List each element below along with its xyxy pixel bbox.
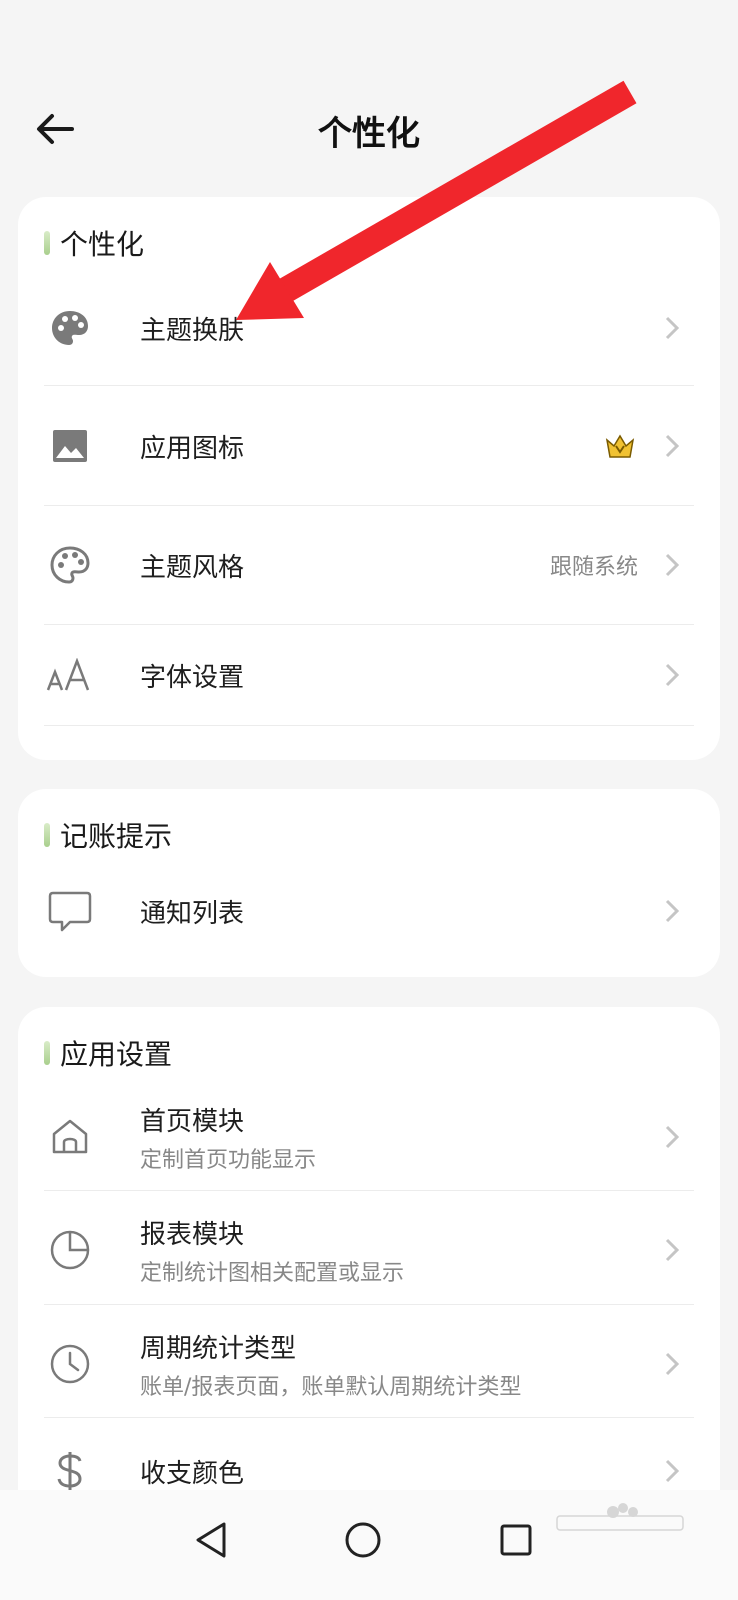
row-period-type[interactable]: 周期统计类型 账单/报表页面，账单默认周期统计类型 [44,1332,694,1400]
row-texts: 首页模块 定制首页功能显示 [140,1101,660,1174]
row-theme-skin[interactable]: 主题换肤 [44,300,694,356]
page-title: 个性化 [318,114,420,154]
chevron-right-icon [660,1232,684,1268]
section-title: 应用设置 [44,1033,172,1073]
palette-icon [44,302,96,354]
chevron-right-icon [660,547,684,583]
row-texts: 收支颜色 [140,1453,660,1490]
row-home-module[interactable]: 首页模块 定制首页功能显示 [44,1105,694,1173]
row-value: 跟随系统 [549,555,638,580]
row-app-icon[interactable]: 应用图标 [44,418,694,474]
row-theme-style[interactable]: 主题风格 跟随系统 [44,537,694,593]
row-label: 周期统计类型 [140,1333,297,1364]
row-label: 首页模块 [140,1106,245,1137]
section-title-text: 记账提示 [60,820,173,853]
row-texts: 主题换肤 [140,310,660,347]
message-icon [44,885,96,937]
chevron-right-icon [660,1119,684,1155]
row-texts: 应用图标 [140,428,604,465]
palette-outline-icon [44,539,96,591]
row-label: 报表模块 [140,1219,245,1250]
chevron-right-icon [660,428,684,464]
chevron-right-icon [660,1453,684,1489]
square-recents-icon [500,1524,532,1556]
baidu-watermark-logo [555,1500,685,1545]
section-bar [44,1041,50,1065]
row-texts: 通知列表 [140,893,660,930]
nav-home-button[interactable] [333,1510,393,1570]
chevron-right-icon [660,657,684,693]
divider [44,624,694,625]
row-label: 主题换肤 [140,315,245,346]
divider [44,385,694,386]
nav-recents-button[interactable] [486,1510,546,1570]
clock-icon [44,1338,96,1390]
section-title: 记账提示 [44,815,172,855]
row-texts: 报表模块 定制统计图相关配置或显示 [140,1214,660,1287]
section-bar [44,231,50,255]
row-notification-list[interactable]: 通知列表 [44,883,694,939]
chevron-right-icon [660,310,684,346]
crown-vip-icon [604,432,636,460]
row-subtitle: 定制统计图相关配置或显示 [140,1260,405,1286]
header: 个性化 [0,78,738,178]
home-icon [44,1111,96,1163]
row-texts: 主题风格 [140,547,550,584]
row-report-module[interactable]: 报表模块 定制统计图相关配置或显示 [44,1218,694,1286]
nav-back-button[interactable] [181,1510,241,1570]
row-label: 应用图标 [140,433,245,464]
app-settings-card: 应用设置 首页模块 定制首页功能显示 报表模块 定制统计图相关配置或显示 周期统… [18,1007,720,1527]
status-bar [0,0,738,60]
page: 个性化 个性化 主题换肤 应用图标 主题风格 跟随系统 字体设置 记账提示 通知… [0,0,738,1600]
font-size-icon [44,649,96,701]
row-label: 通知列表 [140,898,245,929]
row-subtitle: 账单/报表页面，账单默认周期统计类型 [140,1374,522,1400]
circle-home-icon [345,1522,381,1558]
personalization-card: 个性化 主题换肤 应用图标 主题风格 跟随系统 字体设置 [18,197,720,760]
divider [44,1417,694,1418]
section-title-text: 应用设置 [60,1038,173,1071]
reminder-card: 记账提示 通知列表 [18,789,720,977]
row-label: 字体设置 [140,662,245,693]
row-label: 收支颜色 [140,1458,245,1489]
section-title-text: 个性化 [60,228,145,261]
divider [44,1304,694,1305]
divider [44,725,694,726]
section-bar [44,823,50,847]
section-title: 个性化 [44,223,144,263]
row-subtitle: 定制首页功能显示 [140,1147,317,1173]
row-font-settings[interactable]: 字体设置 [44,647,694,703]
pie-chart-icon [44,1224,96,1276]
chevron-right-icon [660,1346,684,1382]
triangle-back-icon [196,1522,226,1558]
row-label: 主题风格 [140,552,245,583]
image-icon [44,420,96,472]
chevron-right-icon [660,893,684,929]
row-texts: 字体设置 [140,657,660,694]
divider [44,1190,694,1191]
divider [44,505,694,506]
row-texts: 周期统计类型 账单/报表页面，账单默认周期统计类型 [140,1328,660,1401]
